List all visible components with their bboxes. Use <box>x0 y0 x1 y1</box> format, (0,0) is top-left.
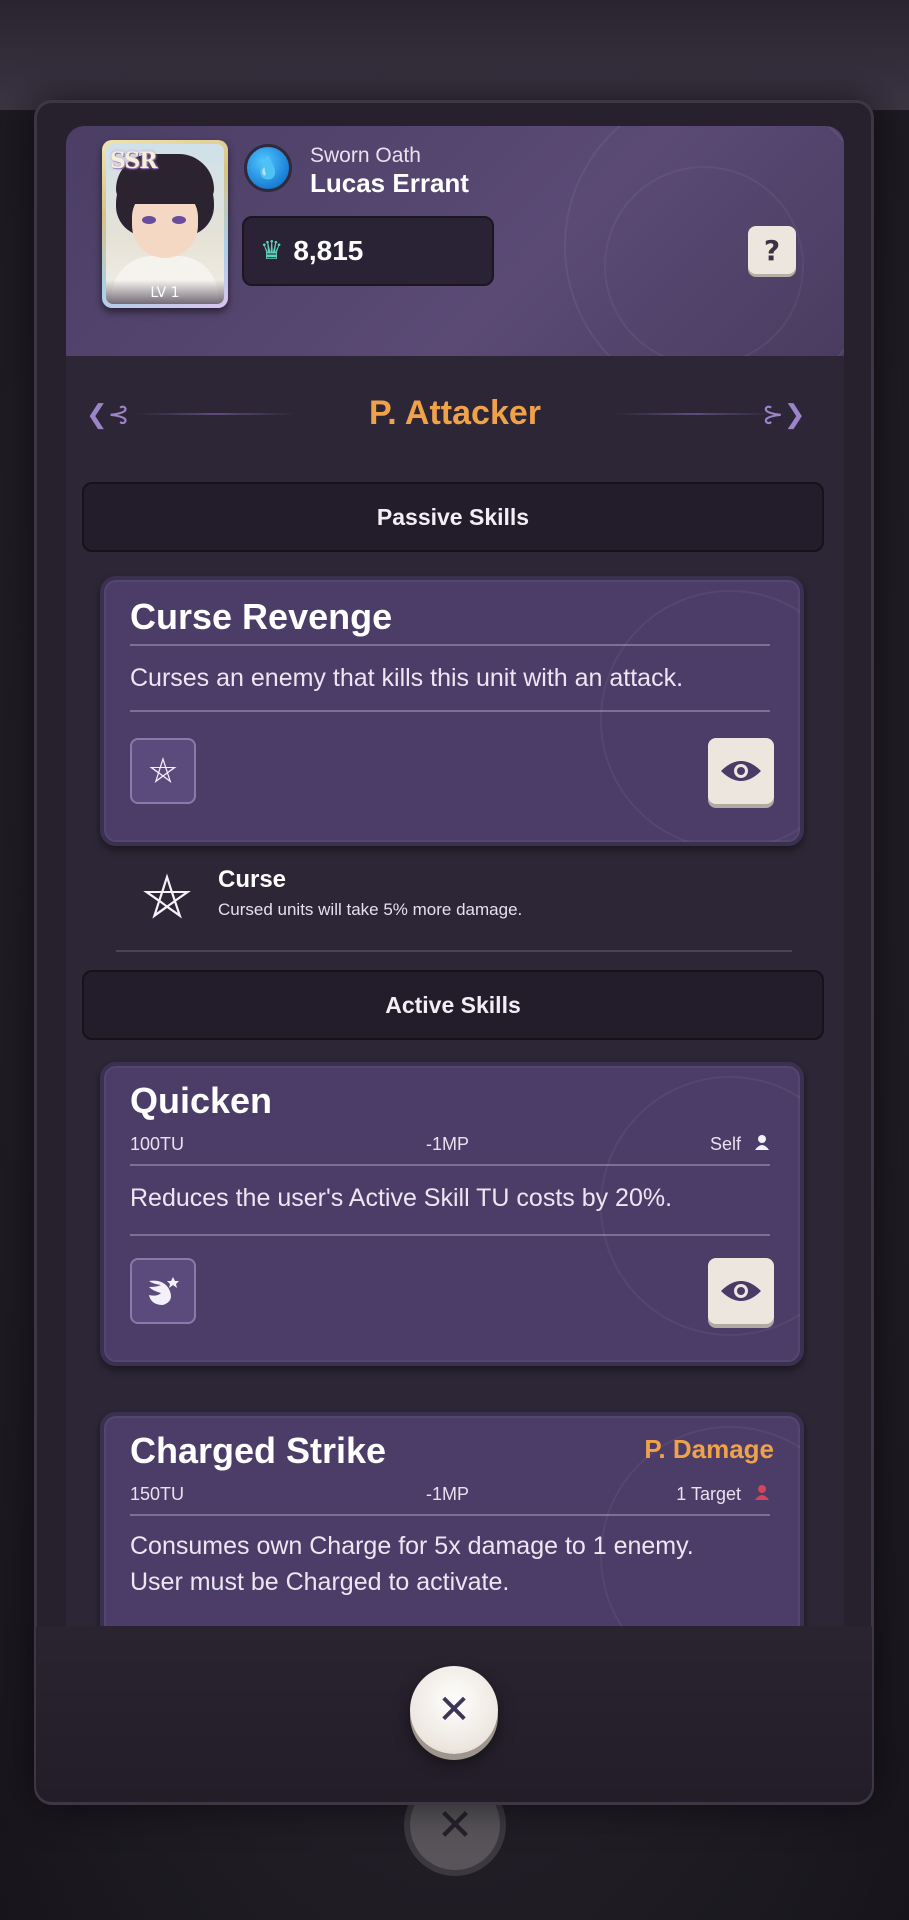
skill-name: Charged Strike <box>130 1430 387 1471</box>
skill-description: Reduces the user's Active Skill TU costs… <box>130 1184 673 1212</box>
power-display: ♛ 8,815 <box>242 216 494 286</box>
character-subtitle: Sworn Oath <box>310 144 421 167</box>
divider <box>116 950 792 952</box>
character-header: SSR LV 1 💧 Sworn Oath Lucas Errant ♛ 8,8… <box>66 126 844 356</box>
skill-description: Curses an enemy that kills this unit wit… <box>130 664 684 692</box>
help-button[interactable]: ? <box>748 226 796 274</box>
water-drop-icon: 💧 <box>244 144 292 192</box>
wing-icon[interactable] <box>130 1258 196 1324</box>
skill-tu: 150TU <box>130 1484 185 1504</box>
skill-meta: 150TU -1MP 1 Target <box>130 1484 770 1508</box>
skill-mp: -1MP <box>426 1134 470 1154</box>
skill-name: Curse Revenge <box>130 596 393 637</box>
skill-description: Consumes own Charge for 5x damage to 1 e… <box>130 1532 694 1596</box>
close-button[interactable]: ✕ <box>410 1666 498 1754</box>
status-name: Curse <box>218 866 287 893</box>
close-icon: ✕ <box>437 1687 471 1733</box>
rarity-badge: SSR <box>110 148 158 174</box>
skill-card-curse-revenge: Curse Revenge Curses an enemy that kills… <box>100 576 804 846</box>
view-skill-button[interactable] <box>708 738 774 804</box>
ornament-right-icon: ⊱❯ <box>762 400 806 430</box>
status-description: Cursed units will take 5% more damage. <box>218 900 523 919</box>
person-icon <box>755 1485 769 1500</box>
eye-icon <box>721 1281 761 1301</box>
skill-damage-type: P. Damage <box>644 1434 774 1464</box>
active-skills-header: Active Skills <box>82 970 824 1040</box>
status-effect-curse: ⛤ Curse Cursed units will take 5% more d… <box>132 862 800 942</box>
skill-card-charged-strike: Charged Strike P. Damage 150TU -1MP 1 Ta… <box>100 1412 804 1626</box>
passive-skills-header: Passive Skills <box>82 482 824 552</box>
skills-panel: SSR LV 1 💧 Sworn Oath Lucas Errant ♛ 8,8… <box>66 126 844 1626</box>
pentagram-icon[interactable]: ⛤ <box>130 738 196 804</box>
screen: ✕ SSR LV 1 💧 Sworn Oath Lucas Errant ♛ 8… <box>0 0 909 1920</box>
view-skill-button[interactable] <box>708 1258 774 1324</box>
role-row: ❮⊰ P. Attacker ⊱❯ <box>66 388 844 438</box>
skill-target: 1 Target <box>676 1484 770 1505</box>
skill-mp: -1MP <box>426 1484 470 1504</box>
skill-tu: 100TU <box>130 1134 185 1154</box>
power-value: 8,815 <box>293 235 364 266</box>
skill-name: Quicken <box>130 1080 273 1121</box>
skill-target: Self <box>710 1134 770 1155</box>
pentagram-icon: ⛤ <box>143 862 191 932</box>
power-flame-icon: ♛ <box>260 236 284 266</box>
person-icon <box>755 1135 769 1150</box>
level-badge: LV 1 <box>106 280 224 304</box>
skill-meta: 100TU -1MP Self <box>130 1134 770 1158</box>
background <box>0 0 909 110</box>
skill-card-quicken: Quicken 100TU -1MP Self Reduces the user… <box>100 1062 804 1366</box>
eye-icon <box>721 761 761 781</box>
help-label: ? <box>763 233 781 267</box>
character-name: Lucas Errant <box>310 168 469 198</box>
character-portrait[interactable]: SSR LV 1 <box>102 140 228 308</box>
